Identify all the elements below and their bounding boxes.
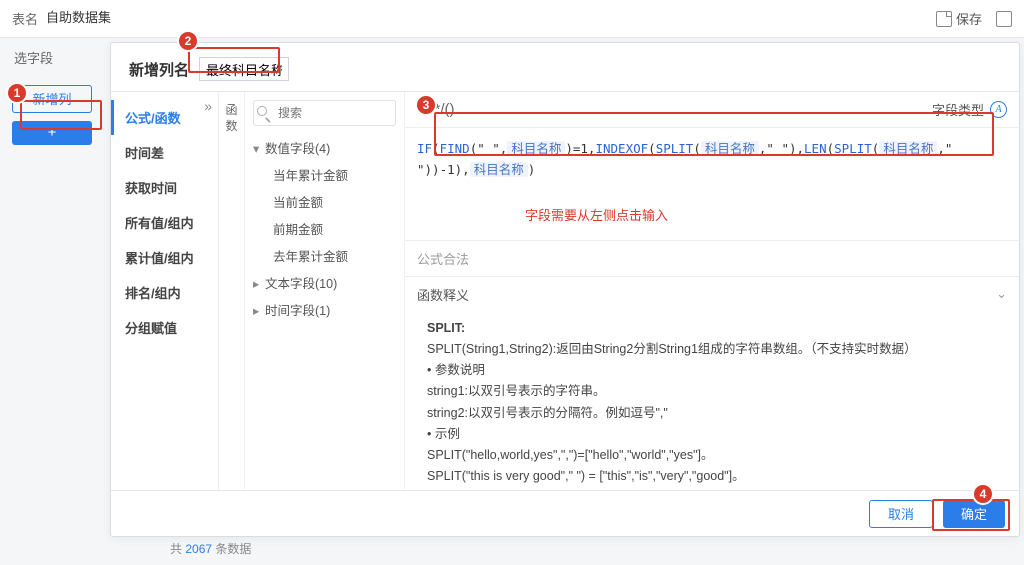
- formula-editor[interactable]: IF(FIND(" ",科目名称)=1,INDEXOF(SPLIT(科目名称,"…: [405, 128, 1019, 191]
- dialog-title: 新增列名: [129, 59, 189, 80]
- field-group-2[interactable]: 时间字段(1): [245, 296, 404, 323]
- field-type-icon[interactable]: A: [990, 101, 1007, 118]
- method-tab-4[interactable]: 累计值/组内: [111, 240, 218, 275]
- method-tab-6[interactable]: 分组赋值: [111, 310, 218, 345]
- formula-field-ref: 科目名称: [507, 141, 565, 156]
- method-tab-1[interactable]: 时间差: [111, 135, 218, 170]
- method-tab-2[interactable]: 获取时间: [111, 170, 218, 205]
- save-label: 保存: [956, 9, 982, 28]
- op-button[interactable]: −: [426, 101, 435, 118]
- op-button[interactable]: ): [450, 101, 455, 118]
- search-input[interactable]: [253, 100, 396, 126]
- add-column-dialog: 新增列名 » 公式/函数时间差获取时间所有值/组内累计值/组内排名/组内分组赋值…: [110, 42, 1020, 537]
- field-leaf[interactable]: 当前金额: [245, 188, 404, 215]
- func-column-label: 函数: [219, 92, 245, 490]
- add-step-button[interactable]: +: [12, 121, 92, 145]
- field-leaf[interactable]: 去年累计金额: [245, 242, 404, 269]
- formula-field-ref: 科目名称: [470, 162, 528, 177]
- function-def-toggle[interactable]: 函数释义 ⌄: [405, 276, 1019, 312]
- formula-legal-label: 公式合法: [405, 240, 1019, 276]
- formula-field-ref: 科目名称: [701, 141, 759, 156]
- formula-field-ref: 科目名称: [879, 141, 937, 156]
- add-column-button[interactable]: 新增列: [12, 85, 92, 113]
- field-type-label: 字段类型: [932, 100, 984, 119]
- cancel-button[interactable]: 取消: [869, 500, 933, 528]
- save-button[interactable]: 保存: [936, 9, 982, 28]
- collapse-icon[interactable]: »: [204, 98, 212, 114]
- op-button[interactable]: +: [417, 101, 426, 118]
- function-doc: SPLIT:SPLIT(String1,String2):返回由String2分…: [405, 312, 1019, 491]
- select-field-title: 选字段: [0, 38, 104, 77]
- field-leaf[interactable]: 前期金额: [245, 215, 404, 242]
- save-icon: [936, 11, 952, 27]
- search-icon: [257, 106, 267, 116]
- dataset-name: 自助数据集: [46, 7, 346, 31]
- field-leaf[interactable]: 当年累计金额: [245, 161, 404, 188]
- column-name-input[interactable]: [199, 57, 289, 81]
- method-tab-3[interactable]: 所有值/组内: [111, 205, 218, 240]
- field-group-1[interactable]: 文本字段(10): [245, 269, 404, 296]
- record-count: 共 2067 条数据: [170, 540, 251, 557]
- table-name-label: 表名: [12, 9, 38, 28]
- method-tab-5[interactable]: 排名/组内: [111, 275, 218, 310]
- field-group-0[interactable]: 数值字段(4): [245, 134, 404, 161]
- chevron-down-icon: ⌄: [996, 286, 1007, 302]
- ok-button[interactable]: 确定: [943, 500, 1005, 528]
- field-input-hint: 字段需要从左侧点击输入: [405, 191, 1019, 240]
- copy-icon[interactable]: [996, 11, 1012, 27]
- method-tab-0[interactable]: 公式/函数: [111, 100, 218, 135]
